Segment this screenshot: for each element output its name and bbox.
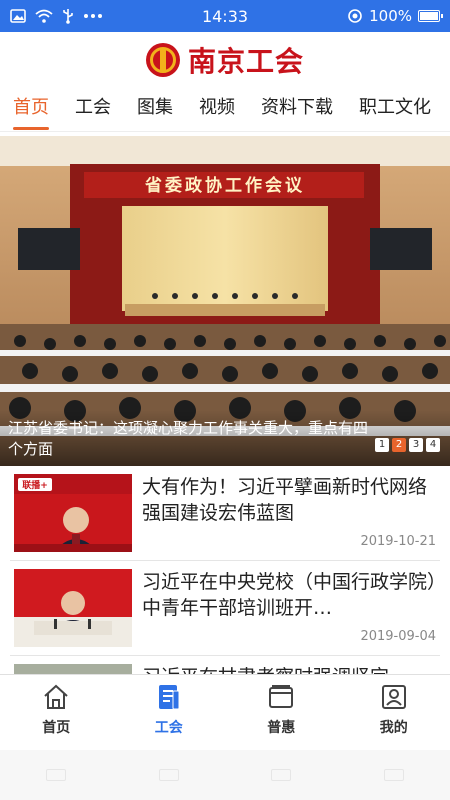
bottom-nav: 首页 工会 普惠 我的	[0, 674, 450, 750]
bottom-nav-label: 工会	[154, 720, 183, 736]
wifi-icon	[35, 9, 53, 23]
tab-downloads[interactable]: 资料下载	[248, 88, 346, 131]
tab-video[interactable]: 视频	[186, 88, 248, 131]
back-icon[interactable]	[46, 769, 67, 781]
status-time: 14:33	[201, 6, 249, 26]
menu-icon[interactable]	[158, 769, 179, 781]
recent-apps-icon[interactable]	[383, 769, 404, 781]
news-title[interactable]: 习近平在甘肃考察时强调坚定	[142, 664, 440, 674]
list-item[interactable]: 习近平在甘肃考察时强调坚定	[10, 656, 440, 674]
more-dots-icon	[84, 14, 102, 18]
list-item[interactable]: 习近平在中央党校（中国行政学院）中青年干部培训班开… 2019-09-04	[10, 561, 440, 656]
thumb-label: 联播+	[22, 479, 48, 491]
profile-icon	[381, 685, 406, 709]
bottom-nav-union[interactable]: 工会	[113, 675, 226, 750]
news-title[interactable]: 习近平在中央党校（中国行政学院）中青年干部培训班开…	[142, 569, 440, 621]
carousel-dot-2[interactable]: 2	[392, 438, 406, 452]
bottom-nav-profile[interactable]: 我的	[338, 675, 450, 750]
news-thumbnail	[14, 569, 132, 647]
battery-icon	[418, 10, 443, 22]
bottom-nav-benefits[interactable]: 普惠	[225, 675, 338, 750]
status-bar: 14:33 100%	[0, 0, 450, 32]
stage-sign: 省委政协工作会议	[144, 175, 305, 196]
news-thumbnail	[14, 664, 132, 674]
tab-gallery[interactable]: 图集	[124, 88, 186, 131]
carousel-indicator: 1 2 3 4	[375, 438, 440, 452]
tab-home[interactable]: 首页	[0, 88, 62, 131]
battery-percent: 100%	[369, 7, 412, 25]
app-header: 南京工会	[0, 32, 450, 87]
news-title[interactable]: 大有作为！习近平擘画新时代网络强国建设宏伟蓝图	[142, 474, 440, 526]
location-icon	[348, 9, 362, 23]
news-list: 联播+ 大有作为！习近平擘画新时代网络强国建设宏伟蓝图 2019-10-21 习…	[0, 466, 450, 674]
news-date: 2019-10-21	[360, 534, 436, 549]
wallet-icon	[269, 685, 294, 708]
carousel-dot-1[interactable]: 1	[375, 438, 389, 452]
home-icon	[44, 684, 68, 709]
tab-union[interactable]: 工会	[62, 88, 124, 131]
carousel-dot-3[interactable]: 3	[409, 438, 423, 452]
bottom-nav-label: 普惠	[267, 720, 296, 736]
home-button-icon[interactable]	[271, 769, 292, 781]
usb-icon	[63, 9, 73, 24]
status-right-icons: 100%	[310, 7, 450, 25]
bottom-nav-home[interactable]: 首页	[0, 675, 113, 750]
system-nav-bar	[0, 750, 450, 800]
news-thumbnail: 联播+	[14, 474, 132, 552]
app-logo-text: 南京工会	[187, 44, 304, 78]
banner-carousel[interactable]: 省委政协工作会议 江苏省委书记：这项凝心聚力工作事关重大，重点有四个方面 1 2…	[0, 136, 450, 466]
category-tabs: 首页 工会 图集 视频 资料下载 职工文化	[0, 88, 450, 132]
list-item[interactable]: 联播+ 大有作为！习近平擘画新时代网络强国建设宏伟蓝图 2019-10-21	[10, 466, 440, 561]
carousel-dot-4[interactable]: 4	[426, 438, 440, 452]
bottom-nav-label: 我的	[379, 720, 408, 736]
news-icon	[158, 685, 180, 710]
bottom-nav-label: 首页	[42, 720, 71, 736]
tab-worker-culture[interactable]: 职工文化	[346, 88, 444, 131]
news-date: 2019-09-04	[360, 629, 436, 644]
union-emblem-icon	[145, 42, 180, 77]
status-left-icons	[0, 8, 140, 24]
image-icon	[10, 9, 26, 23]
